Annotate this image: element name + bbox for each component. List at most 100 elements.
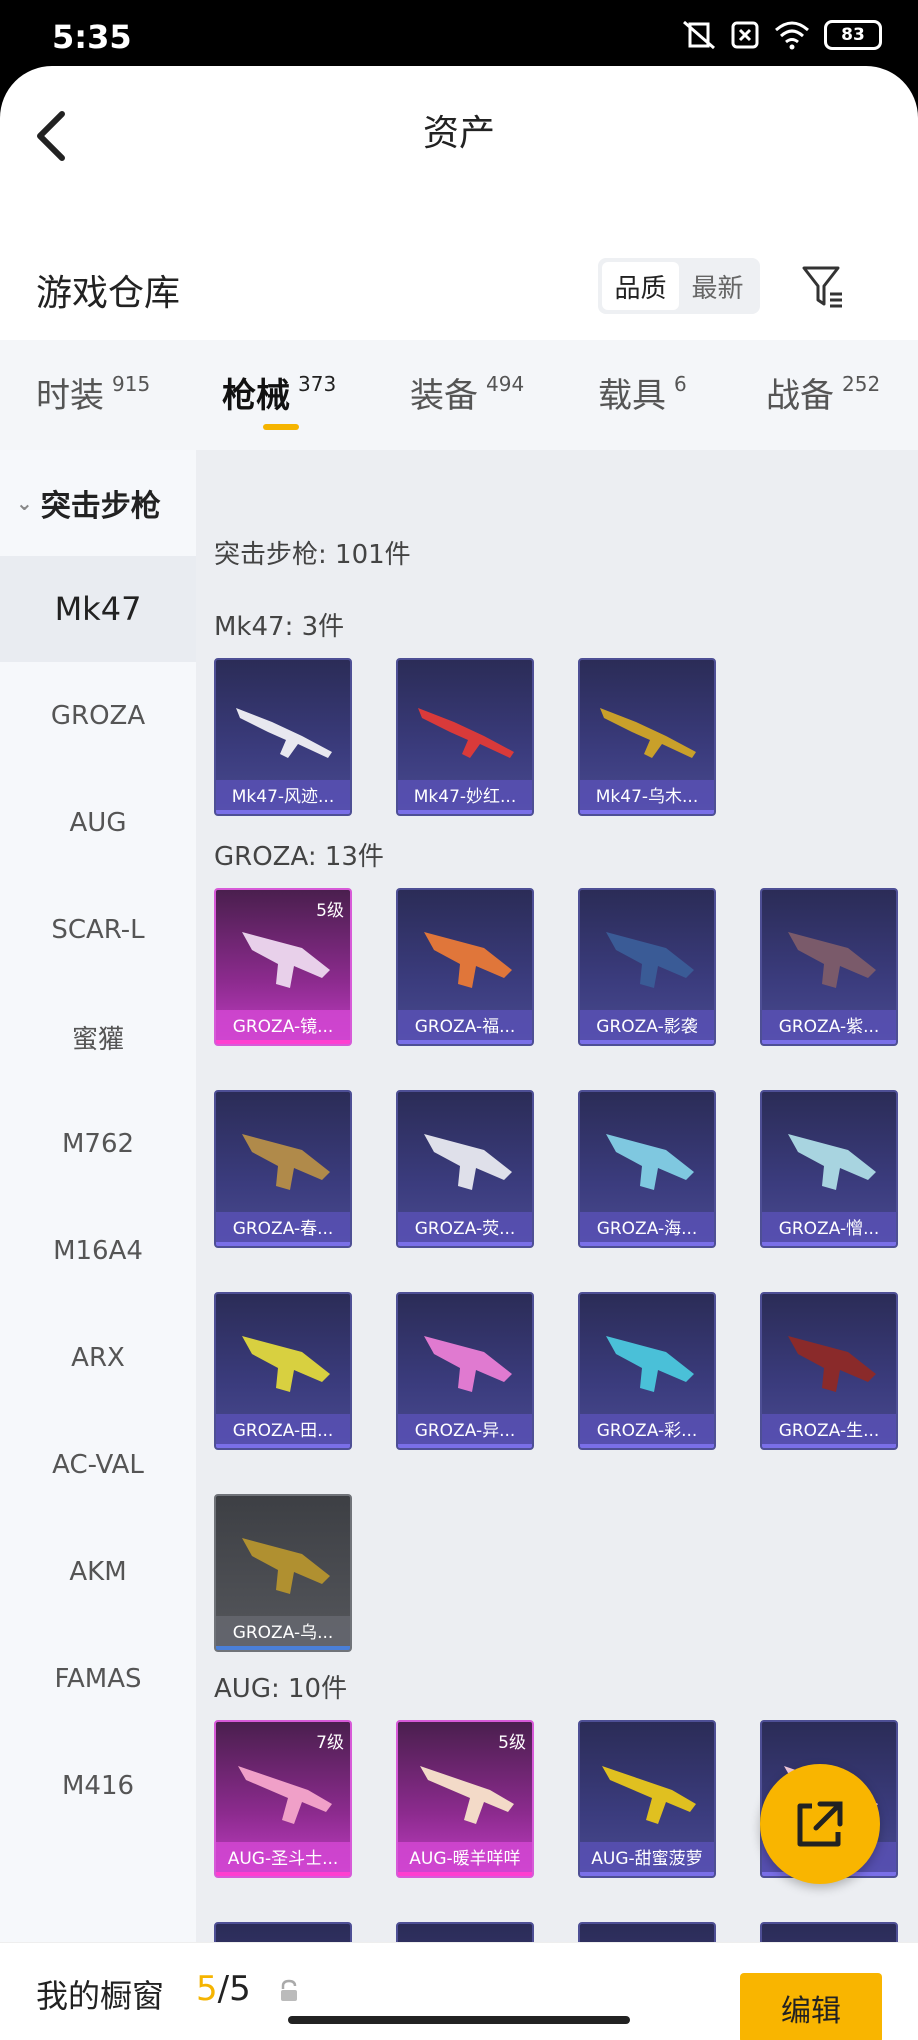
tab-fashion[interactable]: 时装 915 <box>36 368 150 417</box>
status-icons: 83 <box>682 20 882 50</box>
chevron-down-icon: ⌄ <box>16 491 33 515</box>
sidebar-item-m762[interactable]: M762 <box>0 1091 196 1197</box>
rifle-icon <box>236 708 332 758</box>
weapon-card[interactable]: Mk47-风迹... <box>214 658 352 816</box>
weapon-card[interactable]: GROZA-影袭 <box>578 888 716 1046</box>
section-title-groza: GROZA: 13件 <box>214 842 384 872</box>
active-tab-indicator <box>263 424 299 430</box>
weapon-name: GROZA-异... <box>398 1414 532 1448</box>
rarity-bar <box>216 1040 350 1044</box>
rarity-bar <box>398 1872 532 1876</box>
tab-label: 装备 <box>410 376 478 416</box>
rifle-icon <box>606 1134 694 1190</box>
sidebar-item-m16a4[interactable]: M16A4 <box>0 1198 196 1304</box>
sidebar-item-famas[interactable]: FAMAS <box>0 1626 196 1732</box>
rarity-bar <box>762 1242 896 1246</box>
weapon-card[interactable]: GROZA-田... <box>214 1292 352 1450</box>
weapon-card[interactable]: 7级 AUG-圣斗士... <box>214 1720 352 1878</box>
sort-quality-button[interactable]: 品质 <box>602 262 679 310</box>
sidebar-item-mk47[interactable]: Mk47 <box>0 556 196 662</box>
sidebar-item-groza[interactable]: GROZA <box>0 663 196 769</box>
tab-vehicles[interactable]: 载具 6 <box>598 368 687 417</box>
weapon-card[interactable] <box>396 1922 534 1942</box>
weapon-card[interactable]: GROZA-荧... <box>396 1090 534 1248</box>
rifle-icon <box>242 1538 330 1594</box>
wifi-icon <box>775 21 809 50</box>
sidebar-category[interactable]: ⌄ 突击步枪 <box>0 450 196 556</box>
rifle-icon <box>242 932 330 988</box>
weapon-card[interactable]: GROZA-海... <box>578 1090 716 1248</box>
weapon-name: GROZA-海... <box>580 1212 714 1246</box>
rarity-bar <box>398 810 532 814</box>
weapon-name: GROZA-憎... <box>762 1212 896 1246</box>
tab-count: 494 <box>486 372 525 396</box>
weapon-card[interactable]: 5级 AUG-暖羊咩咩 <box>396 1720 534 1878</box>
weapon-card[interactable]: GROZA-异... <box>396 1292 534 1450</box>
rarity-bar <box>580 1444 714 1448</box>
weapon-card[interactable]: GROZA-福... <box>396 888 534 1046</box>
category-label: 突击步枪 <box>40 489 161 524</box>
sidebar-item-ac-val[interactable]: AC-VAL <box>0 1412 196 1518</box>
weapon-name: GROZA-紫... <box>762 1010 896 1044</box>
weapon-card[interactable]: Mk47-乌木... <box>578 658 716 816</box>
rarity-bar <box>762 1040 896 1044</box>
tab-equipment[interactable]: 装备 494 <box>410 368 524 417</box>
rarity-bar <box>580 1872 714 1876</box>
assault-rifle-summary: 突击步枪: 101件 <box>214 540 411 570</box>
weapon-card[interactable]: GROZA-彩... <box>578 1292 716 1450</box>
weapon-sidebar: ⌄ 突击步枪 Mk47 GROZA AUG SCAR-L 蜜獾 M762 M16A… <box>0 450 196 1942</box>
sort-newest-button[interactable]: 最新 <box>679 262 756 310</box>
weapon-name: GROZA-福... <box>398 1010 532 1044</box>
rifle-icon <box>242 1134 330 1190</box>
sidebar-item-scar-l[interactable]: SCAR-L <box>0 877 196 983</box>
rifle-icon <box>788 1336 876 1392</box>
filter-icon[interactable] <box>800 264 846 310</box>
rifle-icon <box>418 708 514 758</box>
tab-label: 时装 <box>36 376 104 416</box>
weapon-card[interactable]: GROZA-憎... <box>760 1090 898 1248</box>
rarity-bar <box>398 1444 532 1448</box>
share-fab[interactable] <box>760 1764 880 1884</box>
sidebar-item-aug[interactable]: AUG <box>0 770 196 876</box>
weapon-card[interactable]: GROZA-乌... <box>214 1494 352 1652</box>
weapon-card[interactable]: GROZA-紫... <box>760 888 898 1046</box>
weapon-card[interactable]: AUG-甜蜜菠萝 <box>578 1720 716 1878</box>
rarity-bar <box>762 1444 896 1448</box>
weapon-card[interactable] <box>760 1922 898 1942</box>
sidebar-item-m416[interactable]: M416 <box>0 1733 196 1839</box>
warehouse-title: 游戏仓库 <box>36 273 181 314</box>
tab-label: 载具 <box>598 376 666 416</box>
edit-button[interactable]: 编辑 <box>740 1973 882 2040</box>
rifle-icon <box>424 932 512 988</box>
rarity-bar <box>580 1242 714 1246</box>
weapon-name: GROZA-镜... <box>216 1010 350 1044</box>
vibrate-off-icon <box>683 20 715 50</box>
showcase-count: 5/5 <box>196 1969 251 2009</box>
tab-combat-gear[interactable]: 战备 252 <box>766 368 880 417</box>
rarity-bar <box>216 1444 350 1448</box>
rifle-icon <box>238 1766 332 1824</box>
weapon-card[interactable] <box>214 1922 352 1942</box>
rifle-icon <box>424 1336 512 1392</box>
sidebar-item-honey-badger[interactable]: 蜜獾 <box>0 984 196 1090</box>
showcase-current: 5 <box>196 1969 218 2009</box>
weapon-card[interactable]: GROZA-生... <box>760 1292 898 1450</box>
weapon-name: GROZA-彩... <box>580 1414 714 1448</box>
weapon-name: GROZA-影袭 <box>580 1010 714 1044</box>
showcase-label: 我的橱窗 <box>36 1977 165 2015</box>
sidebar-item-akm[interactable]: AKM <box>0 1519 196 1625</box>
rifle-icon <box>606 932 694 988</box>
tab-label: 枪械 <box>222 376 290 416</box>
weapon-card[interactable] <box>578 1922 716 1942</box>
home-indicator[interactable] <box>288 2016 630 2024</box>
weapon-card[interactable]: Mk47-妙红... <box>396 658 534 816</box>
weapon-card[interactable]: GROZA-春... <box>214 1090 352 1248</box>
weapon-card[interactable]: 5级 GROZA-镜... <box>214 888 352 1046</box>
rifle-icon <box>788 1134 876 1190</box>
tab-firearms[interactable]: 枪械 373 <box>222 368 336 417</box>
level-badge: 7级 <box>316 1733 344 1753</box>
rifle-icon <box>420 1766 514 1824</box>
screen: { "status": {"time": "5:35", "battery": … <box>0 0 918 2040</box>
sidebar-item-arx[interactable]: ARX <box>0 1305 196 1411</box>
rarity-bar <box>216 810 350 814</box>
